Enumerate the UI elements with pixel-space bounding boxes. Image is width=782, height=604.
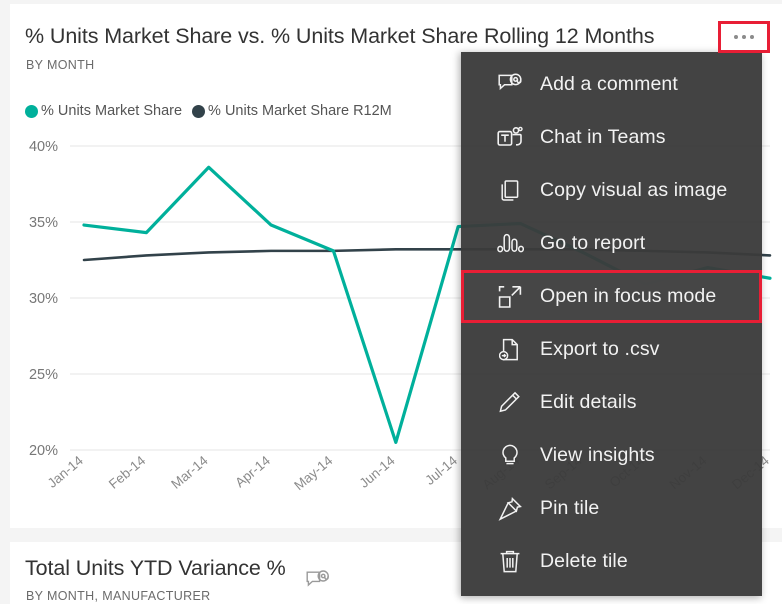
menu-item-go-to-report[interactable]: Go to report [461,217,762,270]
legend-label: % Units Market Share R12M [208,103,392,119]
chart-y-tick-label: 20% [29,443,58,459]
chart-y-tick-label: 35% [29,215,58,231]
legend-item-market-share-r12m[interactable]: % Units Market Share R12M [192,103,392,119]
teams-icon [495,125,525,151]
menu-item-label: Chat in Teams [540,126,666,149]
legend-dot-teal-icon [25,105,38,118]
menu-item-label: Delete tile [540,550,628,573]
chart-y-tick-label: 40% [29,139,58,155]
copy-icon [495,178,525,204]
chart-x-tick-label: Feb-14 [106,452,149,491]
legend-item-market-share[interactable]: % Units Market Share [25,103,182,119]
chart-y-tick-label: 25% [29,367,58,383]
chart-x-tick-label: May-14 [291,452,336,493]
menu-item-label: Pin tile [540,497,599,520]
chart-legend: % Units Market Share % Units Market Shar… [25,103,392,119]
ellipsis-dot-icon [750,35,754,39]
page-title: % Units Market Share vs. % Units Market … [25,24,654,49]
menu-item-copy-visual-as-image[interactable]: Copy visual as image [461,164,762,217]
menu-item-label: Add a comment [540,73,678,96]
focus-mode-icon [495,284,525,310]
chart-x-tick-label: Apr-14 [232,452,273,490]
tile-context-menu[interactable]: Add a comment Chat in Teams [461,52,762,596]
chart-y-tick-label: 30% [29,291,58,307]
menu-item-add-a-comment[interactable]: Add a comment [461,58,762,111]
chart-x-tick-label: Jul-14 [422,452,460,487]
dashboard-canvas: % Units Market Share vs. % Units Market … [0,0,782,604]
comment-icon[interactable] [306,570,330,597]
chart-x-tick-label: Jun-14 [356,452,398,490]
legend-dot-dark-icon [192,105,205,118]
lightbulb-icon [495,443,525,469]
menu-item-label: Go to report [540,232,645,255]
bar-chart-icon [495,231,525,257]
tile-subtitle: BY MONTH, MANUFACTURER [26,589,211,603]
ellipsis-dot-icon [742,35,746,39]
menu-item-chat-in-teams[interactable]: Chat in Teams [461,111,762,164]
legend-label: % Units Market Share [41,103,182,119]
pin-icon [495,496,525,522]
menu-item-export-to-csv[interactable]: Export to .csv [461,323,762,376]
menu-item-label: Edit details [540,391,637,414]
menu-item-label: View insights [540,444,655,467]
tile-title: Total Units YTD Variance % [25,556,286,581]
menu-item-label: Export to .csv [540,338,660,361]
more-options-button[interactable] [718,21,770,53]
menu-item-delete-tile[interactable]: Delete tile [461,535,762,588]
export-file-icon [495,337,525,363]
comment-at-icon [495,72,525,98]
pencil-icon [495,390,525,416]
tile-subtitle: BY MONTH [26,58,95,72]
chart-y-axis-labels: 20% 25% 30% 35% 40% [29,139,58,459]
menu-item-label: Open in focus mode [540,285,716,308]
menu-item-edit-details[interactable]: Edit details [461,376,762,429]
menu-item-open-in-focus-mode[interactable]: Open in focus mode [461,270,762,323]
ellipsis-dot-icon [734,35,738,39]
menu-item-pin-tile[interactable]: Pin tile [461,482,762,535]
chart-x-tick-label: Mar-14 [168,452,211,491]
trash-icon [495,549,525,575]
menu-item-view-insights[interactable]: View insights [461,429,762,482]
menu-item-label: Copy visual as image [540,179,727,202]
